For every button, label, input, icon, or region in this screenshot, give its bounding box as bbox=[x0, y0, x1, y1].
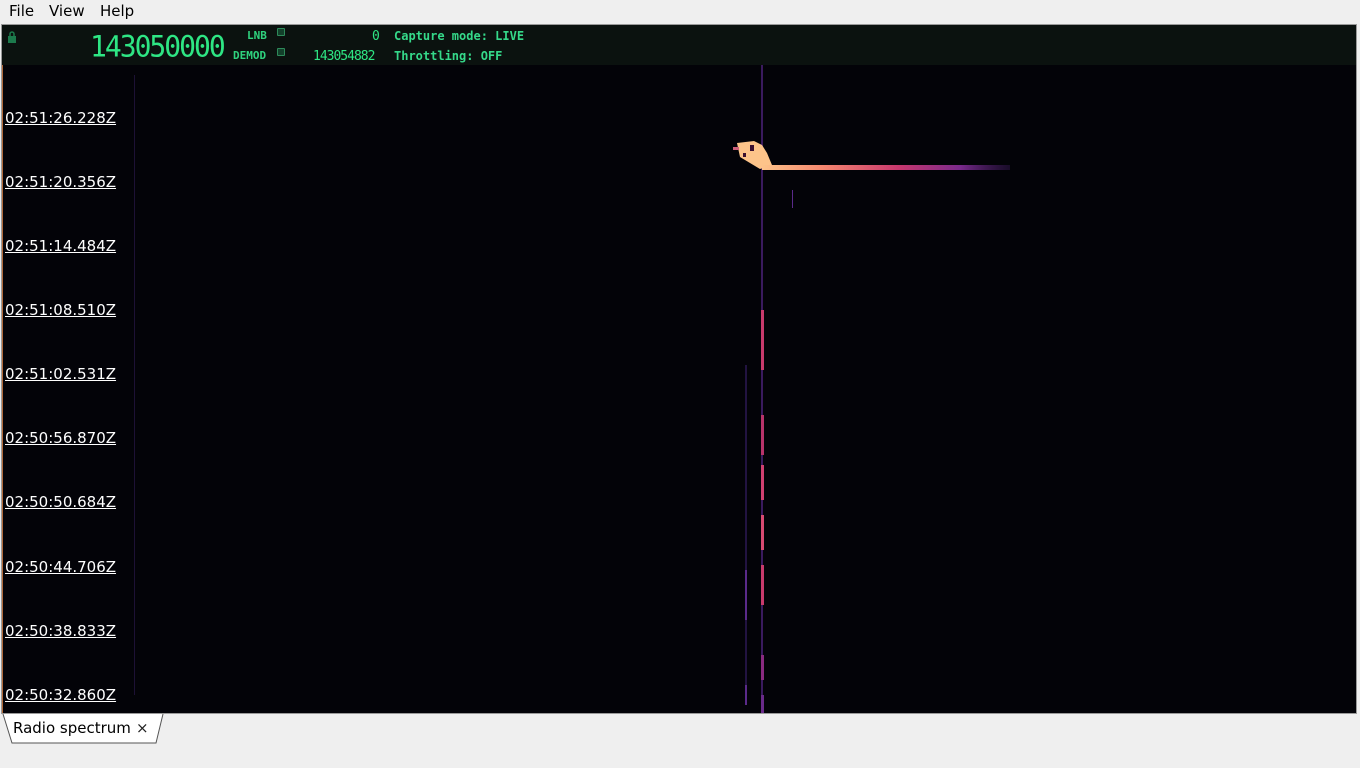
timestamp-label[interactable]: 02:51:02.531Z bbox=[5, 365, 116, 383]
menu-bar: File View Help bbox=[0, 0, 1360, 22]
lnb-value[interactable]: 0 bbox=[372, 29, 380, 44]
tab-label: Radio spectrum bbox=[13, 719, 131, 737]
demod-label: DEMOD bbox=[233, 49, 267, 62]
capture-mode-status: Capture mode: LIVE bbox=[394, 29, 525, 43]
app-frame: 143050000 LNB 0 DEMOD 143054882 Capture … bbox=[1, 24, 1357, 714]
timestamp-label[interactable]: 02:50:50.684Z bbox=[5, 493, 116, 511]
demod-lock-icon[interactable] bbox=[277, 48, 285, 56]
menu-file[interactable]: File bbox=[9, 2, 34, 20]
lnb-label: LNB bbox=[247, 29, 267, 42]
menu-view[interactable]: View bbox=[49, 2, 85, 20]
main-frequency-display[interactable]: 143050000 bbox=[90, 32, 226, 61]
receiver-header: 143050000 LNB 0 DEMOD 143054882 Capture … bbox=[2, 25, 1356, 65]
throttling-status: Throttling: OFF bbox=[394, 49, 503, 63]
tab-radio-spectrum[interactable]: Radio spectrum × bbox=[2, 714, 164, 744]
demod-value[interactable]: 143054882 bbox=[313, 49, 375, 64]
waterfall-canvas[interactable] bbox=[2, 65, 1356, 713]
lock-icon[interactable] bbox=[7, 31, 17, 43]
timestamp-label[interactable]: 02:51:14.484Z bbox=[5, 237, 116, 255]
timestamp-label[interactable]: 02:50:32.860Z bbox=[5, 686, 116, 704]
close-icon[interactable]: × bbox=[136, 719, 149, 737]
timestamp-label[interactable]: 02:50:56.870Z bbox=[5, 429, 116, 447]
waterfall-display[interactable]: 02:51:26.228Z 02:51:20.356Z 02:51:14.484… bbox=[2, 65, 1356, 713]
timestamp-label[interactable]: 02:50:38.833Z bbox=[5, 622, 116, 640]
timestamp-label[interactable]: 02:50:44.706Z bbox=[5, 558, 116, 576]
tab-bar: Radio spectrum × bbox=[0, 714, 1360, 768]
timestamp-label[interactable]: 02:51:26.228Z bbox=[5, 109, 116, 127]
timestamp-label[interactable]: 02:51:08.510Z bbox=[5, 301, 116, 319]
timestamp-label[interactable]: 02:51:20.356Z bbox=[5, 173, 116, 191]
lnb-lock-icon[interactable] bbox=[277, 28, 285, 36]
menu-help[interactable]: Help bbox=[100, 2, 134, 20]
